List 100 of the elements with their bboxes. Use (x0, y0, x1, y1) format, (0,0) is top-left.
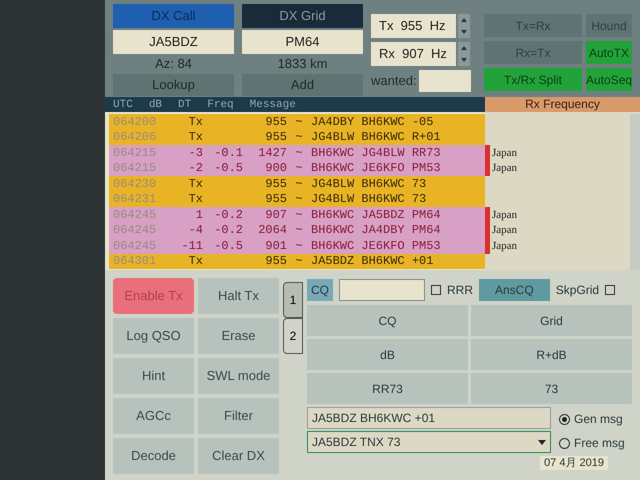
toggle-button[interactable]: Tx/Rx Split (484, 68, 582, 91)
dx-grid-field[interactable]: PM64 (242, 30, 363, 54)
freq-cell-text: 901 (264, 238, 287, 255)
spin-arrows-icon[interactable] (458, 42, 470, 66)
date-text: 07 4月 2019 (540, 456, 608, 470)
db-cell-text: Tx (188, 253, 203, 270)
wanted-label: wanted: (371, 72, 417, 90)
dx-call-label: DX Call (113, 4, 234, 28)
message-cell-text: BH6KWC JA4DBY PM64 (311, 222, 441, 240)
dx-action-button[interactable]: Add (242, 74, 363, 96)
toggle-button[interactable]: AutoSeq (586, 68, 632, 91)
control-button[interactable]: Decode (113, 438, 194, 474)
control-button[interactable]: Hint (113, 358, 194, 394)
country-text: Japan (491, 208, 518, 222)
anscq-button[interactable]: AnsCQ (479, 279, 550, 301)
country-text: Japan (491, 238, 518, 254)
message-button[interactable]: 73 (471, 373, 632, 404)
control-button[interactable]: SWL mode (198, 358, 279, 394)
decode-row[interactable]: 064215 -3 -0.1 1427 ~ BH6KWC JG4BLW RR73 (109, 145, 485, 160)
decode-row[interactable]: 064231 Tx 955 ~ JG4BLW BH6KWC 73 (109, 192, 485, 207)
message-button[interactable]: Grid (471, 305, 632, 336)
free-message-dropdown[interactable]: JA5BDZ TNX 73 (307, 431, 551, 453)
dx-action-button[interactable]: Lookup (113, 74, 234, 96)
utc-cell-text: 064245 (112, 238, 158, 255)
separator-text: ~ (294, 129, 304, 146)
control-button[interactable]: Clear DX (198, 438, 279, 474)
utc-cell-text: 064245 (112, 222, 158, 240)
separator-text: ~ (294, 206, 304, 224)
dt-cell: -0.1 (214, 146, 243, 160)
db-cell-text: -11 (180, 238, 203, 255)
message-cell-text: JG4BLW BH6KWC R+01 (311, 129, 441, 146)
checkbox[interactable] (431, 285, 441, 295)
control-button[interactable]: Erase (198, 318, 279, 354)
message-button[interactable]: CQ (307, 305, 468, 336)
separator-text: ~ (294, 222, 304, 240)
separator-text: ~ (294, 238, 304, 255)
column-header: Message (250, 98, 296, 112)
separator-text: ~ (294, 144, 304, 162)
decode-row[interactable]: 064200 Tx 955 ~ JA4DBY BH6KWC -05 (109, 114, 485, 130)
separator-text: ~ (294, 176, 304, 193)
control-button[interactable]: Log QSO (113, 318, 194, 354)
rrr-label: RRR (447, 282, 473, 299)
dt-cell: -0.2 (214, 223, 243, 238)
utc-cell-text: 064215 (112, 144, 158, 162)
generated-message-field[interactable]: JA5BDZ BH6KWC +01 (307, 407, 551, 429)
control-button[interactable]: AGCc (113, 398, 194, 434)
caret-icon (538, 440, 546, 444)
cq-field[interactable] (339, 279, 425, 301)
message-cell-text: BH6KWC JA5BDZ PM64 (311, 206, 441, 224)
utc-cell-text: 064200 (112, 114, 158, 131)
spin-arrows-icon[interactable] (458, 14, 470, 38)
radio-label: Gen msg (574, 411, 623, 428)
message-cell-text: BH6KWC JE6KFO PM53 (311, 160, 441, 178)
decode-row[interactable]: 064215 -2 -0.5 900 ~ BH6KWC JE6KFO PM53 (109, 160, 485, 176)
frequency-spinbox[interactable]: Rx 907 Hz (371, 42, 456, 66)
dx-call-field[interactable]: JA5BDZ (113, 30, 234, 54)
control-button[interactable]: Filter (198, 398, 279, 434)
message-button[interactable]: R+dB (471, 339, 632, 370)
frequency-spinbox[interactable]: Tx 955 Hz (371, 14, 456, 38)
column-header: dB (148, 98, 162, 112)
freq-cell-text: 955 (264, 129, 287, 146)
column-header: UTC (113, 98, 133, 112)
freq-cell-text: 955 (264, 253, 287, 270)
separator-text: ~ (294, 114, 304, 131)
utc-cell-text: 064301 (112, 253, 158, 270)
utc-cell-text: 064230 (112, 176, 158, 193)
utc-cell-text: 064215 (112, 160, 158, 178)
db-cell-text: -3 (188, 144, 203, 162)
toggle-button[interactable]: AutoTX (586, 41, 632, 64)
tab[interactable]: 1 (283, 282, 303, 318)
separator-text: ~ (294, 191, 304, 208)
control-button[interactable]: Halt Tx (198, 278, 279, 314)
utc-cell-text: 064206 (112, 129, 158, 146)
freq-cell-text: 1427 (257, 144, 287, 162)
decode-row[interactable]: 064206 Tx 955 ~ JG4BLW BH6KWC R+01 (109, 130, 485, 145)
checkbox[interactable] (605, 285, 616, 295)
db-cell-text: -2 (188, 160, 203, 178)
message-button[interactable]: RR73 (307, 373, 468, 404)
utc-cell-text: 064245 (112, 206, 158, 224)
message-button[interactable]: dB (307, 339, 468, 370)
cq-label: CQ (307, 279, 333, 301)
radio-label: Free msg (574, 435, 625, 452)
decode-row[interactable]: 064301 Tx 955 ~ JA5BDZ BH6KWC +01 (109, 254, 485, 269)
tab[interactable]: 2 (283, 318, 303, 354)
column-header: DT (178, 98, 192, 112)
db-cell-text: Tx (188, 191, 203, 208)
separator-text: ~ (294, 160, 304, 178)
decode-row[interactable]: 064230 Tx 955 ~ JG4BLW BH6KWC 73 (109, 176, 485, 192)
decode-row[interactable]: 064245 -4 -0.2 2064 ~ BH6KWC JA4DBY PM64 (109, 222, 485, 238)
wanted-field[interactable] (418, 70, 471, 92)
db-cell-text: Tx (188, 129, 203, 146)
db-cell-text: Tx (188, 114, 203, 131)
freq-cell-text: 2064 (257, 222, 287, 240)
message-cell-text: JG4BLW BH6KWC 73 (311, 176, 426, 193)
freq-cell-text: 900 (264, 160, 287, 178)
country-text: Japan (491, 161, 518, 176)
radio-button[interactable] (559, 438, 570, 448)
radio-button[interactable] (559, 414, 570, 424)
decode-row[interactable]: 064245 -11 -0.5 901 ~ BH6KWC JE6KFO PM53 (109, 238, 485, 254)
decode-row[interactable]: 064245 1 -0.2 907 ~ BH6KWC JA5BDZ PM64 (109, 207, 485, 222)
